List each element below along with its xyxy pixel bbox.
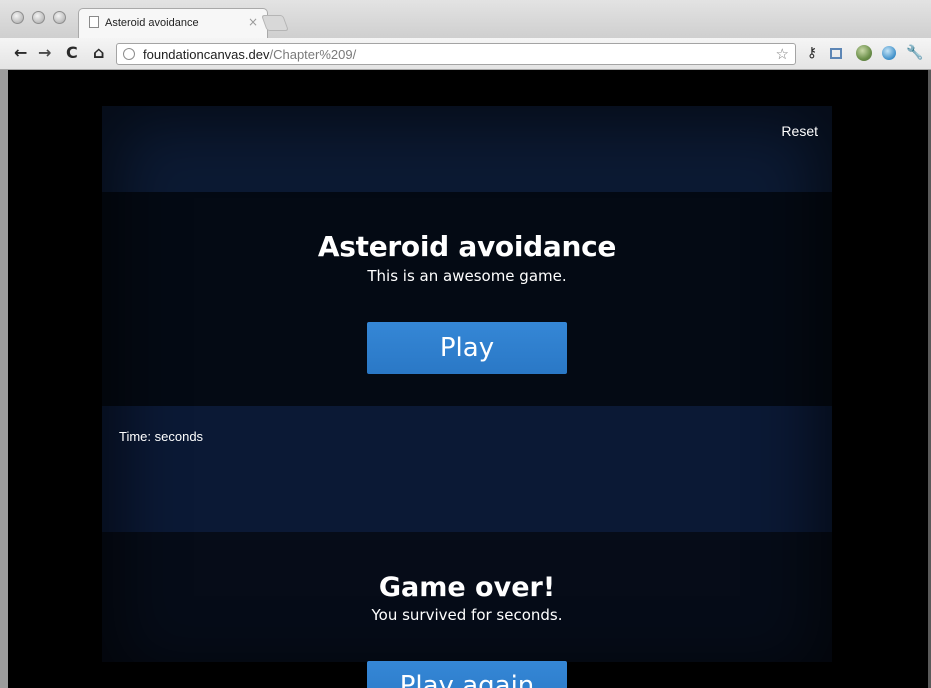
url-host: foundationcanvas.dev bbox=[143, 47, 270, 62]
minimize-window-button[interactable] bbox=[32, 11, 45, 24]
game-header-panel bbox=[102, 106, 832, 192]
reset-button[interactable]: Reset bbox=[781, 123, 818, 139]
star-icon[interactable]: ☆ bbox=[776, 45, 789, 63]
cloud-icon[interactable] bbox=[882, 46, 896, 60]
intro-subtitle: This is an awesome game. bbox=[367, 267, 567, 285]
intro-title: Asteroid avoidance bbox=[317, 230, 617, 263]
game-over-title: Game over! bbox=[378, 572, 556, 603]
globe-icon bbox=[123, 48, 135, 60]
game-canvas[interactable] bbox=[102, 406, 832, 532]
close-window-button[interactable] bbox=[11, 11, 24, 24]
play-button[interactable]: Play bbox=[367, 322, 567, 374]
key-icon[interactable]: ⚷ bbox=[804, 45, 820, 61]
page-viewport: Reset Asteroid avoidance This is an awes… bbox=[8, 70, 931, 688]
tab-title: Asteroid avoidance bbox=[105, 17, 199, 29]
crop-icon[interactable] bbox=[830, 48, 842, 59]
url-text[interactable]: foundationcanvas.dev/Chapter%209/ bbox=[143, 47, 356, 62]
tab-asteroid-avoidance[interactable]: Asteroid avoidance × bbox=[78, 8, 268, 38]
browser-toolbar: ← → C ⌂ foundationcanvas.dev/Chapter%209… bbox=[0, 38, 931, 70]
home-icon[interactable]: ⌂ bbox=[93, 43, 104, 63]
game-container: Reset Asteroid avoidance This is an awes… bbox=[102, 106, 832, 688]
reload-icon[interactable]: C bbox=[66, 43, 78, 63]
new-tab-button[interactable] bbox=[261, 15, 289, 31]
play-again-button[interactable]: Play again bbox=[367, 661, 567, 688]
timer-label: Time: seconds bbox=[119, 429, 204, 444]
window-edge bbox=[0, 70, 8, 688]
zoom-window-button[interactable] bbox=[53, 11, 66, 24]
forward-arrow-icon[interactable]: → bbox=[38, 43, 51, 63]
globe-extension-icon[interactable] bbox=[856, 45, 872, 61]
back-arrow-icon[interactable]: ← bbox=[14, 43, 27, 63]
url-path: /Chapter%209/ bbox=[269, 47, 357, 62]
browser-window: Asteroid avoidance × ← → C ⌂ foundationc… bbox=[0, 0, 931, 688]
address-bar[interactable]: foundationcanvas.dev/Chapter%209/ ☆ bbox=[116, 43, 796, 65]
wrench-icon[interactable]: 🔧 bbox=[906, 45, 923, 61]
close-tab-icon[interactable]: × bbox=[248, 15, 258, 29]
game-over-subtitle: You survived for seconds. bbox=[371, 606, 563, 624]
page-icon bbox=[89, 16, 99, 28]
tab-strip: Asteroid avoidance × bbox=[0, 0, 931, 38]
